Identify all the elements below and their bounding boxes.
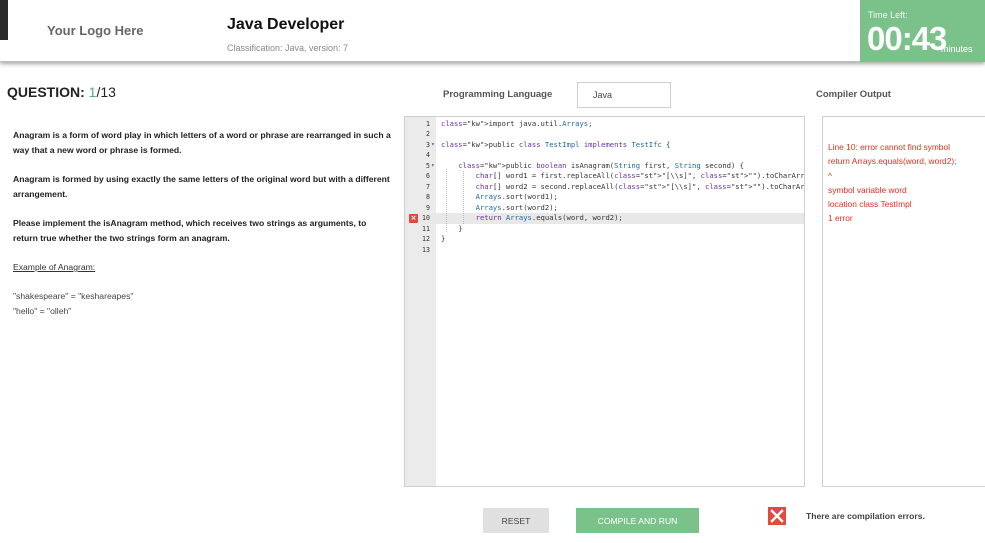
code-line: 7 char[] word2 = second.replaceAll(class… <box>405 182 804 193</box>
code-line: 13 <box>405 245 804 256</box>
close-icon <box>768 507 786 525</box>
line-number: 11 <box>422 224 430 233</box>
code-text: } <box>441 223 463 233</box>
example-heading: Example of Anagram: <box>13 262 96 272</box>
code-line: 8 Arrays.sort(word1); <box>405 192 804 203</box>
line-number: 8 <box>426 193 430 201</box>
question-paragraph: Anagram is formed by using exactly the s… <box>13 174 390 199</box>
example-line: "shakespeare" = "keshareapes" <box>13 291 134 301</box>
compiler-output: Line 10: error cannot find symbol return… <box>822 116 985 487</box>
code-text: Arrays.sort(word2); <box>475 202 558 212</box>
line-number: 4 <box>426 151 430 159</box>
example-line: "hello" = "olleh" <box>13 306 72 316</box>
compile-and-run-button[interactable]: COMPILE AND RUN <box>576 508 699 533</box>
compiler-output-label: Compiler Output <box>816 89 891 100</box>
code-text: class="kw">public boolean isAnagram(Stri… <box>458 160 744 170</box>
language-select[interactable]: Java <box>577 82 671 108</box>
code-text: char[] word2 = second.replaceAll(class="… <box>475 181 805 191</box>
question-counter: QUESTION: 1/13 <box>7 84 116 100</box>
compiler-output-line: return Arrays.equals(word, word2); <box>828 156 957 167</box>
line-number: 2 <box>426 130 430 138</box>
question-text: Anagram is a form of word play in which … <box>13 128 393 319</box>
error-marker-icon: × <box>409 214 418 223</box>
compiler-output-line: symbol variable word <box>828 184 907 195</box>
code-line: 4 <box>405 150 804 161</box>
question-paragraph: Please implement the isAnagram method, w… <box>13 218 367 243</box>
code-line: 2 <box>405 129 804 140</box>
code-line: 5 ▾ class="kw">public boolean isAnagram(S… <box>405 161 804 172</box>
code-text: class="kw">import java.util.Arrays; <box>441 118 593 128</box>
compilation-status: There are compilation errors. <box>806 511 925 521</box>
line-number: 1 <box>426 119 430 128</box>
compiler-output-line: ^ <box>828 170 832 181</box>
code-line: 10 × return Arrays.equals(word, word2); <box>405 213 804 224</box>
line-number: 13 <box>422 245 430 254</box>
line-number: 12 <box>422 235 430 243</box>
timer-label: Time Left: <box>868 10 908 20</box>
code-text: return Arrays.equals(word, word2); <box>475 213 623 222</box>
code-editor[interactable]: 1 class="kw">import java.util.Arrays; 2 3 ▾ c… <box>404 116 805 487</box>
question-total: /13 <box>96 84 116 100</box>
timer-unit: minutes <box>941 44 973 54</box>
code-text: char[] word1 = first.replaceAll(class="s… <box>475 171 805 180</box>
question-label: QUESTION: <box>7 84 85 100</box>
reset-button[interactable]: RESET <box>483 508 549 533</box>
company-logo: Your Logo Here <box>47 23 144 38</box>
fold-arrow-icon[interactable]: ▾ <box>431 140 435 151</box>
question-paragraph: Anagram is a form of word play in which … <box>13 130 391 155</box>
line-number: 5 <box>426 161 430 170</box>
code-text: Arrays.sort(word1); <box>475 192 558 201</box>
compiler-output-line: Line 10: error cannot find symbol <box>828 142 950 152</box>
compiler-output-line: 1 error <box>828 213 853 224</box>
page: Your Logo Here Java Developer Classifica… <box>0 0 985 543</box>
indent-guide <box>446 168 447 232</box>
line-number: 3 <box>426 140 430 149</box>
code-line: 9 Arrays.sort(word2); <box>405 203 804 214</box>
code-text: class="kw">public class TestImpl impleme… <box>441 139 671 149</box>
line-number: 7 <box>426 182 430 191</box>
header: Your Logo Here Java Developer Classifica… <box>0 0 985 62</box>
compiler-output-line: location class TestImpl <box>828 199 912 210</box>
language-label: Programming Language <box>443 89 553 100</box>
timer-value: 00:43 <box>867 20 947 57</box>
code-line: 12} <box>405 234 804 245</box>
window-corner <box>0 0 8 40</box>
line-number: 9 <box>426 203 430 212</box>
code-line: 6 char[] word1 = first.replaceAll(class=… <box>405 171 804 182</box>
line-number: 6 <box>426 172 430 180</box>
code-line: 11 } <box>405 224 804 235</box>
fold-arrow-icon[interactable]: ▾ <box>431 161 435 172</box>
job-title: Java Developer <box>227 16 345 33</box>
indent-guide <box>463 171 464 224</box>
job-classification: Classification: Java, version: 7 <box>227 43 349 53</box>
timer-panel: Time Left: 00:43 minutes <box>860 0 985 62</box>
code-line: 3 ▾ class="kw">public class TestImpl imple… <box>405 140 804 151</box>
code-line: 1 class="kw">import java.util.Arrays; <box>405 119 804 130</box>
code-text: } <box>441 234 446 243</box>
